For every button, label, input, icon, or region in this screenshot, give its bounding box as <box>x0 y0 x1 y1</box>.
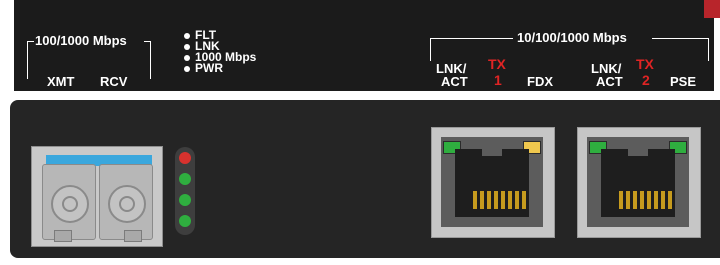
port2-act-label: ACT <box>596 74 623 89</box>
led-1000 <box>179 194 191 206</box>
port2-number: 2 <box>642 72 650 88</box>
sfp-rcv-label: RCV <box>100 74 128 89</box>
legend-pwr-label: PWR <box>195 61 223 75</box>
rj45-bracket-right <box>652 38 709 61</box>
separator-strip <box>0 91 720 100</box>
port1-number: 1 <box>494 72 502 88</box>
port2-pse-label: PSE <box>670 74 697 89</box>
sfp-bracket-left <box>27 41 34 79</box>
sfp-tab-left <box>54 230 72 242</box>
fiber-ring-icon <box>51 185 89 223</box>
led-legend: FLT LNK 1000 Mbps PWR <box>184 29 256 75</box>
led-pwr <box>179 215 191 227</box>
fiber-ring-icon <box>108 185 146 223</box>
sfp-port[interactable] <box>31 146 163 247</box>
rj45-pins <box>473 191 526 209</box>
sfp-speed-label: 100/1000 Mbps <box>35 33 127 48</box>
sfp-xmt-socket[interactable] <box>42 164 96 240</box>
port2-tx-label: TX <box>636 56 654 72</box>
bullet-icon <box>184 32 190 39</box>
rj45-speed-label: 10/100/1000 Mbps <box>517 30 627 45</box>
bullet-icon <box>184 65 190 72</box>
port1-act-label: ACT <box>441 74 468 89</box>
rj45-port-2[interactable] <box>577 127 701 238</box>
sfp-tab-right <box>124 230 142 242</box>
led-flt <box>179 152 191 164</box>
led-lnk <box>179 173 191 185</box>
rj45-housing <box>587 137 689 227</box>
port1-tx-label: TX <box>488 56 506 72</box>
sfp-rcv-socket[interactable] <box>99 164 153 240</box>
chassis-red-edge <box>704 0 720 18</box>
legend-row-pwr: PWR <box>184 61 256 75</box>
status-led-strip <box>175 147 195 235</box>
port1-fdx-label: FDX <box>527 74 553 89</box>
rj45-pins <box>619 191 672 209</box>
device-body <box>10 100 720 258</box>
sfp-bracket-right <box>144 41 151 79</box>
rj45-socket <box>601 149 675 217</box>
rj45-notch <box>482 149 502 156</box>
rj45-notch <box>628 149 648 156</box>
bullet-icon <box>184 43 190 50</box>
rj45-housing <box>441 137 543 227</box>
rj45-socket <box>455 149 529 217</box>
sfp-xmt-label: XMT <box>47 74 75 89</box>
bullet-icon <box>184 54 190 61</box>
rj45-port-1[interactable] <box>431 127 555 238</box>
